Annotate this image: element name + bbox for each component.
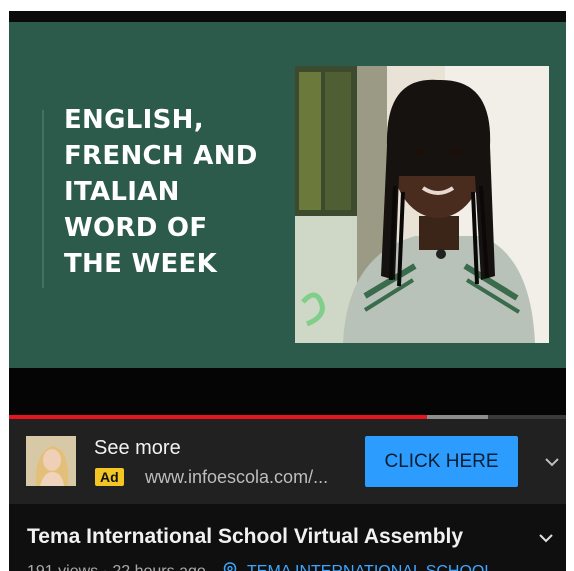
- title-line: FRENCH AND: [64, 141, 258, 171]
- student-photo-illustration: [295, 66, 549, 343]
- title-line: ENGLISH,: [64, 105, 204, 135]
- click-here-button[interactable]: CLICK HERE: [365, 436, 518, 487]
- ad-thumbnail[interactable]: [26, 436, 76, 486]
- video-player[interactable]: ENGLISH, FRENCH AND ITALIAN WORD OF THE …: [9, 22, 566, 368]
- youtube-player-screen: ENGLISH, FRENCH AND ITALIAN WORD OF THE …: [9, 11, 566, 571]
- ad-url[interactable]: www.infoescola.com/...: [145, 467, 328, 488]
- video-letterbox: [9, 368, 566, 416]
- location-pin-icon: [223, 562, 237, 571]
- status-strip: [9, 11, 566, 22]
- ad-badge: Ad: [95, 468, 124, 486]
- title-line: THE WEEK: [64, 249, 218, 279]
- ad-thumbnail-image: [26, 436, 76, 486]
- video-info: Tema International School Virtual Assemb…: [9, 504, 566, 571]
- chevron-down-icon[interactable]: [544, 454, 560, 470]
- student-photo: [295, 66, 549, 343]
- title-line: WORD OF: [64, 213, 208, 243]
- ad-bar[interactable]: See more Ad www.infoescola.com/... CLICK…: [9, 419, 566, 504]
- ad-headline[interactable]: See more: [94, 437, 181, 460]
- title-line: ITALIAN: [64, 177, 180, 207]
- chevron-down-icon[interactable]: [538, 530, 554, 546]
- video-title-card: ENGLISH, FRENCH AND ITALIAN WORD OF THE …: [64, 102, 294, 282]
- video-title[interactable]: Tema International School Virtual Assemb…: [27, 525, 463, 549]
- video-meta: 191 views · 22 hours ago: [27, 563, 206, 571]
- title-accent-line: [42, 110, 44, 288]
- channel-link[interactable]: TEMA INTERNATIONAL SCHOOL: [247, 563, 493, 571]
